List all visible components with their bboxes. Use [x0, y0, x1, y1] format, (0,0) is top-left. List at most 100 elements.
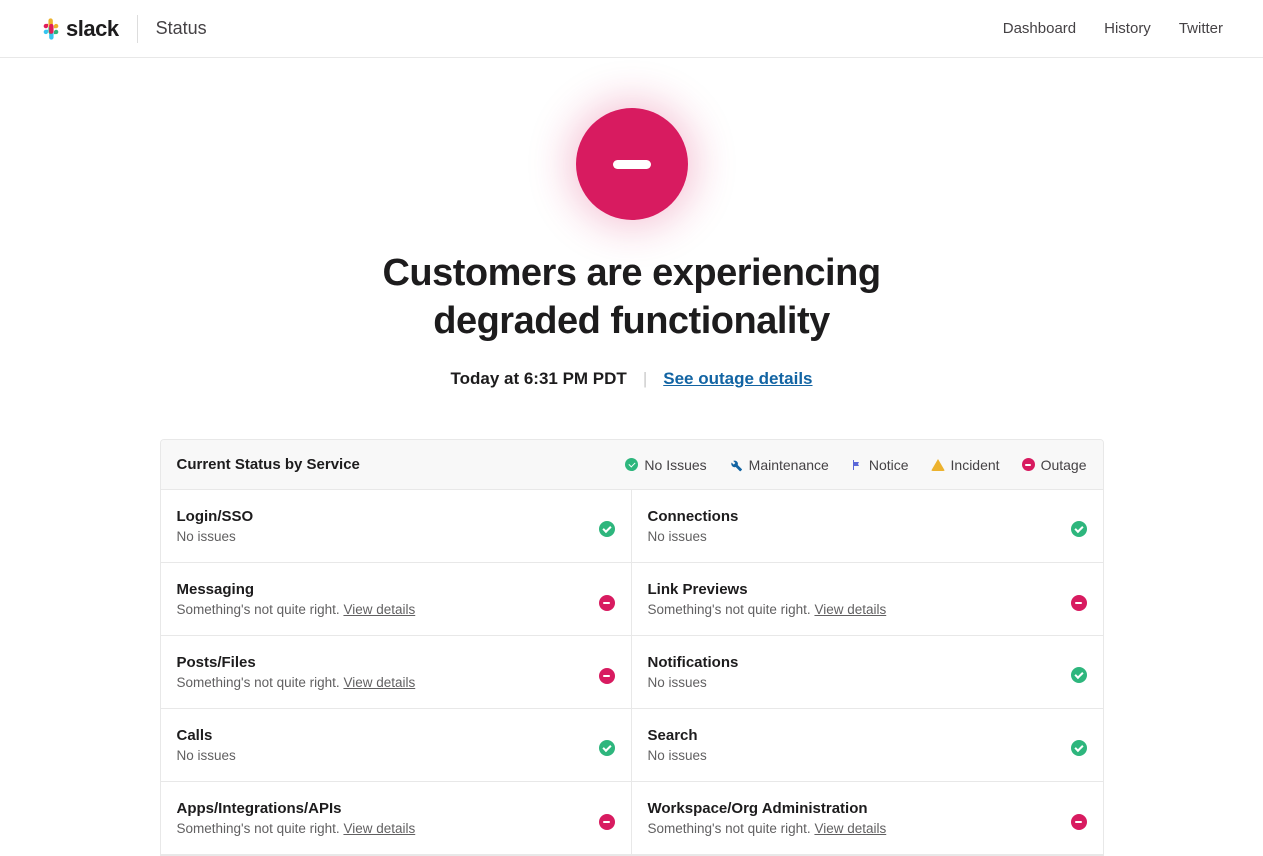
- service-name: Messaging: [177, 581, 416, 598]
- hero-separator: |: [643, 369, 647, 389]
- outage-icon: [1071, 595, 1087, 611]
- service-info: Connections No issues: [648, 508, 739, 544]
- service-name: Search: [648, 727, 707, 744]
- service-name: Calls: [177, 727, 236, 744]
- outage-icon: [599, 595, 615, 611]
- check-icon: [625, 458, 638, 471]
- service-cell: Messaging Something's not quite right. Vi…: [161, 563, 632, 636]
- services-grid: Login/SSO No issues Connections No issues Me…: [161, 490, 1103, 855]
- main-container: Customers are experiencing degraded func…: [140, 58, 1124, 856]
- legend-label: Notice: [869, 457, 909, 473]
- check-icon: [599, 521, 615, 537]
- slack-logo-icon: [40, 18, 62, 40]
- service-status-icon: [599, 737, 615, 753]
- service-name: Workspace/Org Administration: [648, 800, 887, 817]
- service-status-icon: [1071, 737, 1087, 753]
- legend-label: Maintenance: [749, 457, 829, 473]
- service-cell: Posts/Files Something's not quite right. …: [161, 636, 632, 709]
- nav-link-dashboard[interactable]: Dashboard: [1003, 20, 1076, 37]
- service-status-text: Something's not quite right. View detail…: [177, 675, 416, 690]
- service-status-text: No issues: [177, 529, 254, 544]
- legend-item-incident: Incident: [931, 457, 1000, 473]
- service-cell: Calls No issues: [161, 709, 632, 782]
- check-icon: [599, 740, 615, 756]
- service-status-icon: [599, 664, 615, 680]
- service-name: Notifications: [648, 654, 739, 671]
- panel-title: Current Status by Service: [177, 456, 360, 473]
- service-status-icon: [599, 810, 615, 826]
- service-status-icon: [1071, 810, 1087, 826]
- service-cell: Search No issues: [632, 709, 1103, 782]
- legend-label: Incident: [951, 457, 1000, 473]
- service-cell: Workspace/Org AdministrationSomething's …: [632, 782, 1103, 855]
- status-panel: Current Status by Service No Issues Maint…: [160, 439, 1104, 856]
- service-status-text: Something's not quite right. View detail…: [177, 602, 416, 617]
- service-status-icon: [599, 518, 615, 534]
- hero-title: Customers are experiencing degraded func…: [332, 250, 932, 345]
- outage-icon: [1071, 814, 1087, 830]
- hero: Customers are experiencing degraded func…: [160, 58, 1104, 389]
- service-info: Notifications No issues: [648, 654, 739, 690]
- legend-label: No Issues: [644, 457, 706, 473]
- status-legend: No Issues Maintenance Notice Incident Outage: [625, 457, 1086, 473]
- service-status-text: No issues: [648, 748, 707, 763]
- legend-item-notice: Notice: [851, 457, 909, 473]
- service-cell: Login/SSO No issues: [161, 490, 632, 563]
- hero-subline: Today at 6:31 PM PDT | See outage detail…: [160, 369, 1104, 389]
- service-status-text: No issues: [648, 529, 739, 544]
- service-info: Posts/Files Something's not quite right. …: [177, 654, 416, 690]
- check-icon: [1071, 740, 1087, 756]
- service-name: Link Previews: [648, 581, 887, 598]
- view-details-link[interactable]: View details: [343, 602, 415, 617]
- service-cell: Connections No issues: [632, 490, 1103, 563]
- outage-minus-icon: [613, 160, 651, 169]
- check-icon: [1071, 667, 1087, 683]
- outage-icon: [599, 814, 615, 830]
- outage-icon: [1022, 458, 1035, 471]
- service-cell: Notifications No issues: [632, 636, 1103, 709]
- check-icon: [1071, 521, 1087, 537]
- header-nav: Dashboard History Twitter: [1003, 20, 1223, 37]
- header-left: slack Status: [40, 15, 207, 43]
- view-details-link[interactable]: View details: [814, 602, 886, 617]
- service-info: Messaging Something's not quite right. Vi…: [177, 581, 416, 617]
- service-info: Calls No issues: [177, 727, 236, 763]
- nav-link-history[interactable]: History: [1104, 20, 1151, 37]
- legend-item-ok: No Issues: [625, 457, 706, 473]
- hero-timestamp: Today at 6:31 PM PDT: [450, 369, 626, 389]
- service-name: Login/SSO: [177, 508, 254, 525]
- wrench-icon: [729, 458, 743, 472]
- service-status-icon: [1071, 664, 1087, 680]
- service-cell: Link Previews Something's not quite right…: [632, 563, 1103, 636]
- service-cell: Apps/Integrations/APIsSomething's not qu…: [161, 782, 632, 855]
- nav-link-twitter[interactable]: Twitter: [1179, 20, 1223, 37]
- service-name: Connections: [648, 508, 739, 525]
- service-info: Search No issues: [648, 727, 707, 763]
- panel-header: Current Status by Service No Issues Maint…: [161, 440, 1103, 490]
- service-info: Workspace/Org AdministrationSomething's …: [648, 800, 887, 836]
- legend-item-maint: Maintenance: [729, 457, 829, 473]
- status-hero-icon: [576, 108, 688, 220]
- service-name: Posts/Files: [177, 654, 416, 671]
- legend-item-outage: Outage: [1022, 457, 1087, 473]
- view-details-link[interactable]: View details: [343, 675, 415, 690]
- header: slack Status Dashboard History Twitter: [0, 0, 1263, 58]
- service-status-text: Something's not quite right. View detail…: [648, 602, 887, 617]
- flag-icon: [851, 459, 863, 471]
- outage-icon: [599, 668, 615, 684]
- service-status-icon: [1071, 591, 1087, 607]
- brand-logo[interactable]: slack: [40, 16, 119, 42]
- service-info: Apps/Integrations/APIsSomething's not qu…: [177, 800, 416, 836]
- brand-name: slack: [66, 16, 119, 42]
- warning-icon: [931, 459, 945, 471]
- service-status-text: No issues: [648, 675, 739, 690]
- service-status-text: No issues: [177, 748, 236, 763]
- service-info: Login/SSO No issues: [177, 508, 254, 544]
- service-status-icon: [1071, 518, 1087, 534]
- section-label: Status: [156, 18, 207, 39]
- legend-label: Outage: [1041, 457, 1087, 473]
- service-name: Apps/Integrations/APIs: [177, 800, 416, 817]
- service-info: Link Previews Something's not quite right…: [648, 581, 887, 617]
- service-status-icon: [599, 591, 615, 607]
- see-outage-details-link[interactable]: See outage details: [663, 369, 812, 389]
